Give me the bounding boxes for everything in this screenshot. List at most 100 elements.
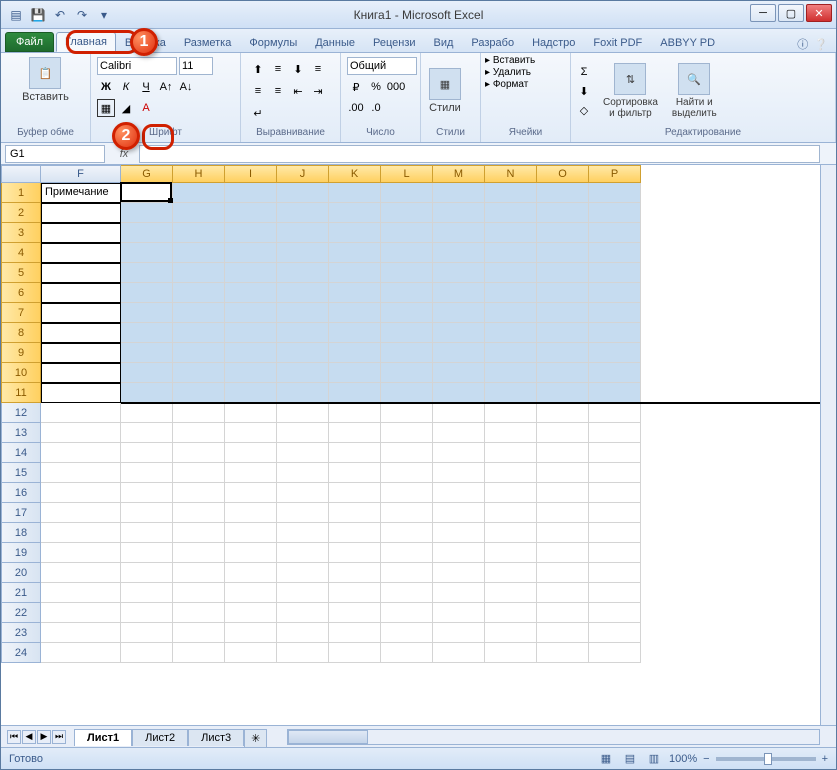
sheet-tab-2[interactable]: Лист2 <box>132 729 188 746</box>
cell-N13[interactable] <box>485 423 537 443</box>
align-bottom-button[interactable]: ⬇ <box>289 60 307 78</box>
cell-P6[interactable] <box>589 283 641 303</box>
cell-L14[interactable] <box>381 443 433 463</box>
column-header-K[interactable]: K <box>329 165 381 183</box>
cell-I6[interactable] <box>225 283 277 303</box>
cell-O14[interactable] <box>537 443 589 463</box>
cell-N19[interactable] <box>485 543 537 563</box>
cell-M11[interactable] <box>433 383 485 403</box>
cell-F14[interactable] <box>41 443 121 463</box>
cell-L22[interactable] <box>381 603 433 623</box>
cell-M16[interactable] <box>433 483 485 503</box>
cell-J6[interactable] <box>277 283 329 303</box>
cell-J20[interactable] <box>277 563 329 583</box>
cell-L7[interactable] <box>381 303 433 323</box>
cell-F12[interactable] <box>41 403 121 423</box>
cell-P5[interactable] <box>589 263 641 283</box>
sheet-nav-prev[interactable]: ◀ <box>22 730 36 744</box>
cell-M9[interactable] <box>433 343 485 363</box>
tab-home[interactable]: Главная <box>56 32 116 52</box>
column-header-M[interactable]: M <box>433 165 485 183</box>
cell-K18[interactable] <box>329 523 381 543</box>
cell-F24[interactable] <box>41 643 121 663</box>
cell-N2[interactable] <box>485 203 537 223</box>
cell-M13[interactable] <box>433 423 485 443</box>
cell-H11[interactable] <box>173 383 225 403</box>
cell-K9[interactable] <box>329 343 381 363</box>
cell-P12[interactable] <box>589 403 641 423</box>
zoom-slider[interactable] <box>716 757 816 761</box>
cell-J4[interactable] <box>277 243 329 263</box>
cell-J10[interactable] <box>277 363 329 383</box>
cell-J7[interactable] <box>277 303 329 323</box>
shrink-font-button[interactable]: A↓ <box>177 78 195 96</box>
fill-color-button[interactable]: ◢ <box>117 99 135 117</box>
qat-more-icon[interactable]: ▾ <box>95 6 113 24</box>
cell-J1[interactable] <box>277 183 329 203</box>
paste-button[interactable]: 📋 Вставить <box>18 55 73 105</box>
font-name-combo[interactable]: Calibri <box>97 57 177 75</box>
cell-L23[interactable] <box>381 623 433 643</box>
cell-G21[interactable] <box>121 583 173 603</box>
cell-H2[interactable] <box>173 203 225 223</box>
cell-G8[interactable] <box>121 323 173 343</box>
align-middle-button[interactable]: ≡ <box>269 60 287 78</box>
cell-I22[interactable] <box>225 603 277 623</box>
decrease-indent-button[interactable]: ⇤ <box>289 82 307 100</box>
cell-O17[interactable] <box>537 503 589 523</box>
cell-P4[interactable] <box>589 243 641 263</box>
cell-O2[interactable] <box>537 203 589 223</box>
cell-I13[interactable] <box>225 423 277 443</box>
cell-N23[interactable] <box>485 623 537 643</box>
row-header-13[interactable]: 13 <box>1 423 41 443</box>
cell-P16[interactable] <box>589 483 641 503</box>
cell-K5[interactable] <box>329 263 381 283</box>
cell-J23[interactable] <box>277 623 329 643</box>
sheet-nav-last[interactable]: ⏭ <box>52 730 66 744</box>
minimize-button[interactable]: ─ <box>750 4 776 22</box>
horizontal-scrollbar[interactable] <box>287 729 820 745</box>
cell-J18[interactable] <box>277 523 329 543</box>
cell-N3[interactable] <box>485 223 537 243</box>
cell-H16[interactable] <box>173 483 225 503</box>
cell-F7[interactable] <box>41 303 121 323</box>
cell-F10[interactable] <box>41 363 121 383</box>
cell-M10[interactable] <box>433 363 485 383</box>
cell-K16[interactable] <box>329 483 381 503</box>
vertical-scrollbar[interactable] <box>820 165 836 725</box>
cell-H13[interactable] <box>173 423 225 443</box>
cell-N1[interactable] <box>485 183 537 203</box>
column-header-F[interactable]: F <box>41 165 121 183</box>
grow-font-button[interactable]: A↑ <box>157 78 175 96</box>
cell-K10[interactable] <box>329 363 381 383</box>
cell-N10[interactable] <box>485 363 537 383</box>
cell-I16[interactable] <box>225 483 277 503</box>
cell-O3[interactable] <box>537 223 589 243</box>
tab-view[interactable]: Вид <box>425 33 463 52</box>
align-left-button[interactable]: ≡ <box>309 60 327 78</box>
cell-P8[interactable] <box>589 323 641 343</box>
cell-K20[interactable] <box>329 563 381 583</box>
cell-L15[interactable] <box>381 463 433 483</box>
view-layout-button[interactable]: ▤ <box>621 750 639 768</box>
cell-H6[interactable] <box>173 283 225 303</box>
find-select-button[interactable]: 🔍 Найти и выделить <box>668 61 721 121</box>
cell-K12[interactable] <box>329 403 381 423</box>
cell-O22[interactable] <box>537 603 589 623</box>
delete-cells-button[interactable]: ▸ Удалить <box>485 67 566 78</box>
row-header-17[interactable]: 17 <box>1 503 41 523</box>
cell-L16[interactable] <box>381 483 433 503</box>
cell-G7[interactable] <box>121 303 173 323</box>
cell-K1[interactable] <box>329 183 381 203</box>
cell-L6[interactable] <box>381 283 433 303</box>
cell-F2[interactable] <box>41 203 121 223</box>
cell-K8[interactable] <box>329 323 381 343</box>
cell-J12[interactable] <box>277 403 329 423</box>
cell-N20[interactable] <box>485 563 537 583</box>
cell-N6[interactable] <box>485 283 537 303</box>
cell-H10[interactable] <box>173 363 225 383</box>
cell-M8[interactable] <box>433 323 485 343</box>
cell-K13[interactable] <box>329 423 381 443</box>
cell-I12[interactable] <box>225 403 277 423</box>
column-header-H[interactable]: H <box>173 165 225 183</box>
